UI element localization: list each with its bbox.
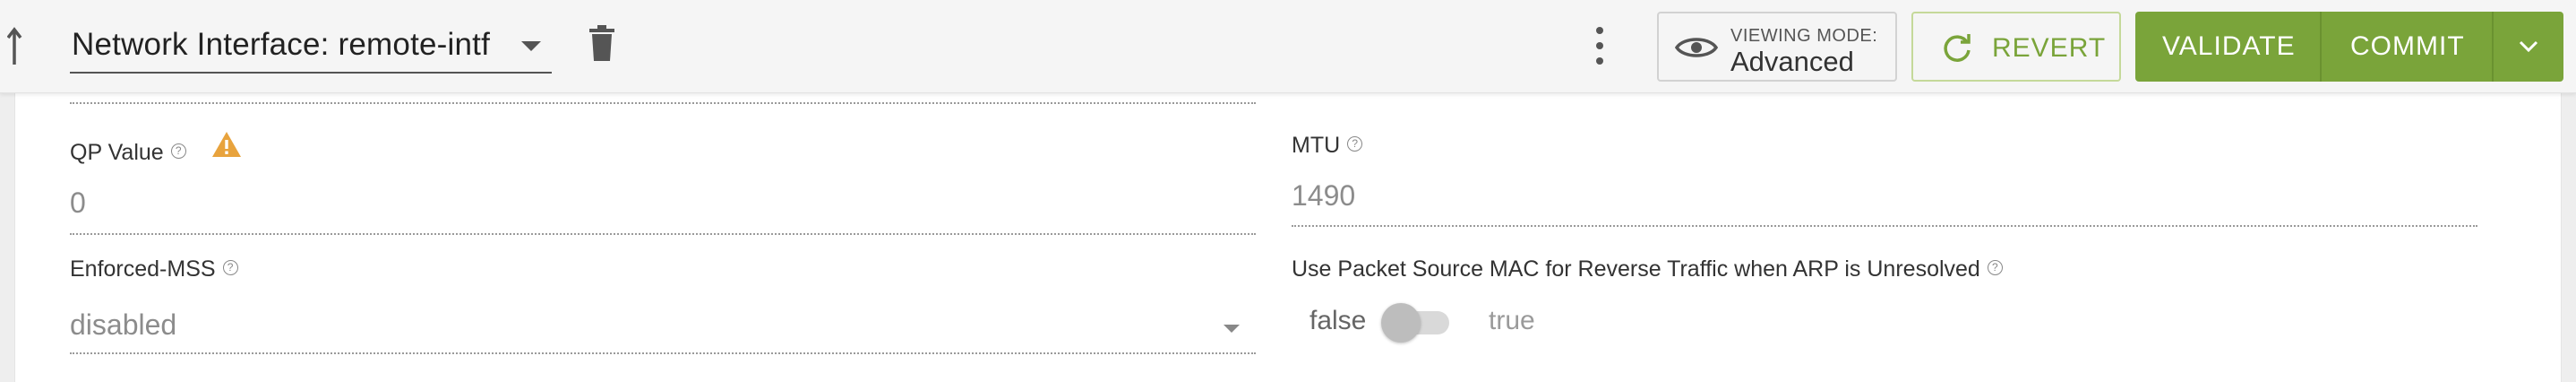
arrow-up-icon[interactable] [7, 23, 39, 66]
packet-source-mac-label: Use Packet Source MAC for Reverse Traffi… [1292, 256, 2003, 282]
warning-icon[interactable] [211, 131, 242, 158]
more-options-icon[interactable] [1591, 25, 1609, 66]
help-icon[interactable]: ? [1347, 136, 1363, 152]
chevron-down-icon [521, 41, 541, 51]
mtu-input[interactable]: 1490 [1292, 179, 1355, 213]
help-icon[interactable]: ? [170, 143, 186, 159]
toggle-knob[interactable] [1381, 303, 1421, 343]
toggle-false-label: false [1309, 306, 1367, 335]
validate-label: VALIDATE [2162, 31, 2296, 61]
field-underline [70, 102, 1256, 104]
enforced-mss-select[interactable]: disabled [70, 308, 176, 342]
viewing-mode-button[interactable]: VIEWING MODE: Advanced [1657, 12, 1897, 82]
toggle-true-label: true [1489, 306, 1535, 335]
commit-label: COMMIT [2350, 31, 2465, 61]
mtu-underline [1292, 225, 2477, 227]
qp-value-underline [70, 233, 1256, 235]
action-button-group: VALIDATE COMMIT [2135, 12, 2563, 82]
enforced-mss-label: Enforced-MSS? [70, 256, 238, 282]
enforced-mss-underline [70, 352, 1256, 354]
viewing-mode-value: Advanced [1730, 46, 1854, 77]
refresh-icon [1944, 34, 1971, 62]
eye-icon [1675, 38, 1718, 57]
chevron-down-icon[interactable] [1224, 325, 1240, 333]
mtu-label: MTU? [1292, 133, 1363, 159]
validate-button[interactable]: VALIDATE [2135, 12, 2320, 82]
qp-value-label: QP Value? [70, 140, 186, 166]
interface-selector[interactable]: Network Interface: remote-intf [70, 18, 552, 74]
revert-button[interactable]: REVERT [1911, 12, 2121, 82]
commit-button[interactable]: COMMIT [2322, 12, 2492, 82]
help-icon[interactable]: ? [1987, 260, 2003, 275]
top-toolbar: Network Interface: remote-intf VIEWING M… [0, 0, 2576, 93]
revert-label: REVERT [1992, 33, 2107, 63]
trash-icon[interactable] [586, 23, 618, 63]
chevron-down-icon [2519, 40, 2538, 53]
form-panel [14, 93, 2562, 382]
commit-options-dropdown[interactable] [2494, 12, 2563, 82]
help-icon[interactable]: ? [222, 260, 238, 275]
interface-title: Network Interface: remote-intf [72, 27, 490, 62]
qp-value-input[interactable]: 0 [70, 187, 86, 220]
viewing-mode-label: VIEWING MODE: [1730, 26, 1878, 46]
